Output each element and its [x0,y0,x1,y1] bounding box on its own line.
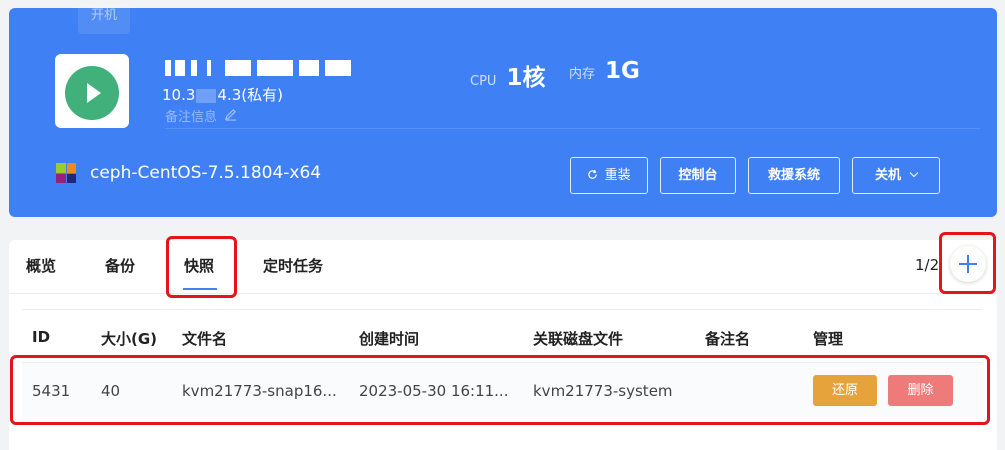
instance-header-card [9,8,997,217]
memory-label: 内存 [569,67,596,82]
delete-button[interactable]: 删除 [888,375,953,406]
memory-spec: 内存 1G [569,58,640,84]
column-header-filename: 文件名 [182,330,228,348]
column-header-created: 创建时间 [359,330,420,348]
vm-ip-address: 10.3 4.3(私有) [162,86,283,104]
chevron-down-icon [909,168,919,178]
rescue-system-button[interactable]: 救援系统 [748,157,840,194]
shutdown-label: 关机 [874,168,901,183]
pagination-indicator: 1/2 [915,256,940,274]
cell-disk: kvm21773-system [533,382,673,400]
ip-redaction [196,88,217,103]
play-icon[interactable] [65,66,119,120]
note-label: 备注信息 [165,110,218,125]
cpu-spec: CPU 1核 [470,58,545,92]
refresh-icon [587,168,604,183]
column-header-note: 备注名 [705,330,751,348]
shutdown-dropdown-button[interactable]: 关机 [852,157,940,194]
column-header-manage: 管理 [813,330,844,348]
cpu-label: CPU [470,74,497,89]
column-header-disk: 关联磁盘文件 [533,330,624,348]
table-top-border [22,309,982,310]
pencil-icon[interactable] [224,108,237,125]
vm-name-redacted [165,58,351,78]
note-info[interactable]: 备注信息 [165,106,237,125]
column-header-id: ID [32,328,51,346]
cell-id: 5431 [32,382,71,400]
reinstall-button[interactable]: 重装 [570,157,648,194]
tab-overview[interactable]: 概览 [26,255,56,276]
column-header-size: 大小(G) [101,330,158,348]
cpu-value: 1核 [506,65,546,91]
tab-scheduled-tasks[interactable]: 定时任务 [263,255,323,276]
tabs-divider [9,293,997,294]
os-name: ceph-CentOS-7.5.1804-x64 [90,163,322,183]
cell-created: 2023-05-30 16:11... [359,382,509,400]
memory-value: 1G [605,58,640,84]
active-tab-indicator [183,288,217,290]
cell-size: 40 [101,382,121,400]
os-info: ceph-CentOS-7.5.1804-x64 [56,163,321,183]
header-divider [165,128,980,129]
cell-filename: kvm21773-snap16... [182,382,337,400]
reinstall-label: 重装 [604,168,631,183]
add-snapshot-button[interactable] [950,246,986,282]
vm-status-tile [55,54,129,128]
console-button[interactable]: 控制台 [660,157,736,194]
tab-backup[interactable]: 备份 [105,255,135,276]
tab-snapshot[interactable]: 快照 [184,255,214,276]
restore-button[interactable]: 还原 [813,375,877,406]
centos-icon [56,163,76,183]
content-panel [9,240,997,450]
power-status-chip: 开机 [78,4,130,34]
